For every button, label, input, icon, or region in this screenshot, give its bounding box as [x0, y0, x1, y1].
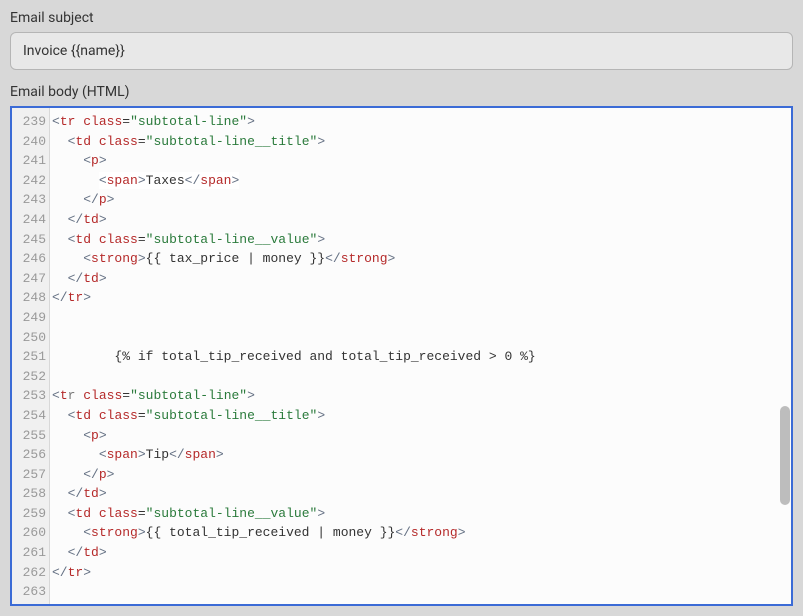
- scrollbar-track[interactable]: [777, 108, 791, 604]
- code-line[interactable]: </td>: [52, 210, 791, 230]
- code-line[interactable]: </tr>: [52, 563, 791, 583]
- line-number: 239: [12, 112, 49, 132]
- line-number: 255: [12, 426, 49, 446]
- code-line[interactable]: {% endif %}: [52, 602, 791, 604]
- line-number: 253: [12, 386, 49, 406]
- line-number: 240: [12, 132, 49, 152]
- code-line[interactable]: <p>: [52, 151, 791, 171]
- line-number: 248: [12, 288, 49, 308]
- code-line[interactable]: <td class="subtotal-line__title">: [52, 132, 791, 152]
- line-number: 263: [12, 582, 49, 602]
- line-number: 257: [12, 465, 49, 485]
- line-number: 256: [12, 445, 49, 465]
- code-line[interactable]: </td>: [52, 269, 791, 289]
- scrollbar-thumb[interactable]: [780, 406, 790, 505]
- line-number: 262: [12, 563, 49, 583]
- line-number: 247: [12, 269, 49, 289]
- code-line[interactable]: <strong>{{ tax_price | money }}</strong>: [52, 249, 791, 269]
- code-line[interactable]: <tr class="subtotal-line">: [52, 112, 791, 132]
- line-number: 259: [12, 504, 49, 524]
- line-number: 242: [12, 171, 49, 191]
- code-line[interactable]: </td>: [52, 484, 791, 504]
- code-line[interactable]: <td class="subtotal-line__value">: [52, 504, 791, 524]
- code-line[interactable]: <span>Taxes</span>: [52, 171, 791, 191]
- code-line[interactable]: </p>: [52, 190, 791, 210]
- line-number: 243: [12, 190, 49, 210]
- code-line[interactable]: <td class="subtotal-line__value">: [52, 230, 791, 250]
- subject-label: Email subject: [10, 10, 793, 26]
- subject-input[interactable]: [10, 32, 793, 70]
- line-number: 261: [12, 543, 49, 563]
- code-line[interactable]: <td class="subtotal-line__title">: [52, 406, 791, 426]
- code-line[interactable]: [52, 328, 791, 348]
- line-number-gutter: 2392402412422432442452462472482492502512…: [12, 108, 50, 604]
- line-number: 254: [12, 406, 49, 426]
- line-number: 252: [12, 367, 49, 387]
- code-line[interactable]: [52, 308, 791, 328]
- code-line[interactable]: [52, 367, 791, 387]
- line-number: 258: [12, 484, 49, 504]
- code-line[interactable]: <span>Tip</span>: [52, 445, 791, 465]
- code-line[interactable]: <p>: [52, 426, 791, 446]
- code-line[interactable]: [52, 582, 791, 602]
- line-number: 245: [12, 230, 49, 250]
- line-number: 244: [12, 210, 49, 230]
- line-number: 241: [12, 151, 49, 171]
- code-line[interactable]: </td>: [52, 543, 791, 563]
- line-number: 249: [12, 308, 49, 328]
- line-number: 250: [12, 328, 49, 348]
- code-editor[interactable]: 2392402412422432442452462472482492502512…: [10, 106, 793, 606]
- code-line[interactable]: {% if total_tip_received and total_tip_r…: [52, 347, 791, 367]
- line-number: 264: [12, 602, 49, 606]
- code-content[interactable]: <tr class="subtotal-line"> <td class="su…: [50, 108, 791, 604]
- code-line[interactable]: <strong>{{ total_tip_received | money }}…: [52, 523, 791, 543]
- line-number: 246: [12, 249, 49, 269]
- code-line[interactable]: </p>: [52, 465, 791, 485]
- code-line[interactable]: <tr class="subtotal-line">: [52, 386, 791, 406]
- body-label: Email body (HTML): [10, 84, 793, 100]
- code-line[interactable]: </tr>: [52, 288, 791, 308]
- line-number: 260: [12, 523, 49, 543]
- line-number: 251: [12, 347, 49, 367]
